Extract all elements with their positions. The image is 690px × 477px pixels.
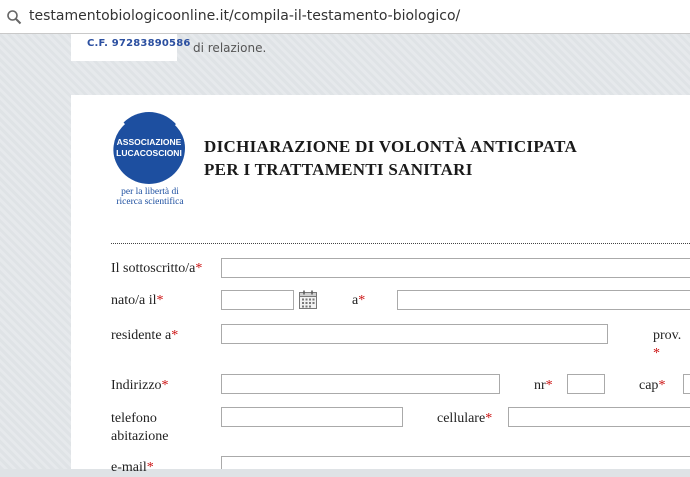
mobile-label: cellulare*: [437, 411, 493, 426]
email-input[interactable]: [221, 456, 690, 469]
province-label: prov. *: [653, 328, 682, 361]
association-logo: ASSOCIAZIONE LUCACOSCIONI per la libertà…: [110, 110, 190, 208]
calendar-icon[interactable]: [299, 290, 317, 309]
required-marker: *: [485, 411, 493, 426]
undersigned-label: Il sottoscritto/a*: [111, 261, 203, 276]
logo-motto: per la libertà di ricerca scientifica: [110, 187, 190, 207]
document-title: DICHIARAZIONE DI VOLONTÀ ANTICIPATA PER …: [204, 135, 577, 181]
address-bar[interactable]: testamentobiologicoonline.it/compila-il-…: [0, 0, 690, 34]
birth-date-input[interactable]: [221, 290, 294, 310]
required-marker: *: [171, 328, 179, 343]
title-line1: DICHIARAZIONE DI VOLONTÀ ANTICIPATA: [204, 137, 578, 156]
required-marker: *: [658, 378, 666, 393]
zip-label: cap*: [639, 378, 666, 393]
zip-input[interactable]: [683, 374, 690, 394]
born-on-label: nato/a il*: [111, 293, 164, 308]
number-label: nr*: [534, 378, 553, 393]
motto-line2: ricerca scientifica: [116, 196, 184, 207]
born-at-label: a*: [352, 293, 366, 308]
residence-input[interactable]: [221, 324, 608, 344]
logo-circle-icon: ASSOCIAZIONE LUCACOSCIONI: [110, 112, 189, 184]
header-note: di relazione.: [193, 41, 267, 55]
mobile-input[interactable]: [508, 407, 690, 427]
fiscal-code: C.F. 97283890586: [87, 38, 191, 49]
home-phone-label: telefono abitazione: [111, 411, 169, 444]
required-marker: *: [195, 261, 203, 276]
url-text[interactable]: testamentobiologicoonline.it/compila-il-…: [29, 8, 460, 24]
home-phone-input[interactable]: [221, 407, 403, 427]
header-logo-box: C.F. 97283890586: [71, 34, 190, 61]
required-marker: *: [161, 378, 169, 393]
street-number-input[interactable]: [567, 374, 605, 394]
required-marker: *: [146, 460, 154, 475]
section-divider: [111, 243, 690, 244]
search-icon: [7, 10, 22, 25]
required-marker: *: [653, 346, 660, 361]
title-line2: PER I TRATTAMENTI SANITARI: [204, 160, 473, 179]
birthplace-input[interactable]: [397, 290, 690, 310]
required-marker: *: [358, 293, 366, 308]
required-marker: *: [156, 293, 164, 308]
logo-text-line1: ASSOCIAZIONE: [117, 137, 182, 147]
email-label: e-mail*: [111, 460, 154, 475]
undersigned-input[interactable]: [221, 258, 690, 278]
address-input[interactable]: [221, 374, 500, 394]
logo-text-line2: LUCACOSCIONI: [116, 148, 182, 158]
resident-label: residente a*: [111, 328, 179, 343]
address-label: Indirizzo*: [111, 378, 169, 393]
required-marker: *: [545, 378, 553, 393]
